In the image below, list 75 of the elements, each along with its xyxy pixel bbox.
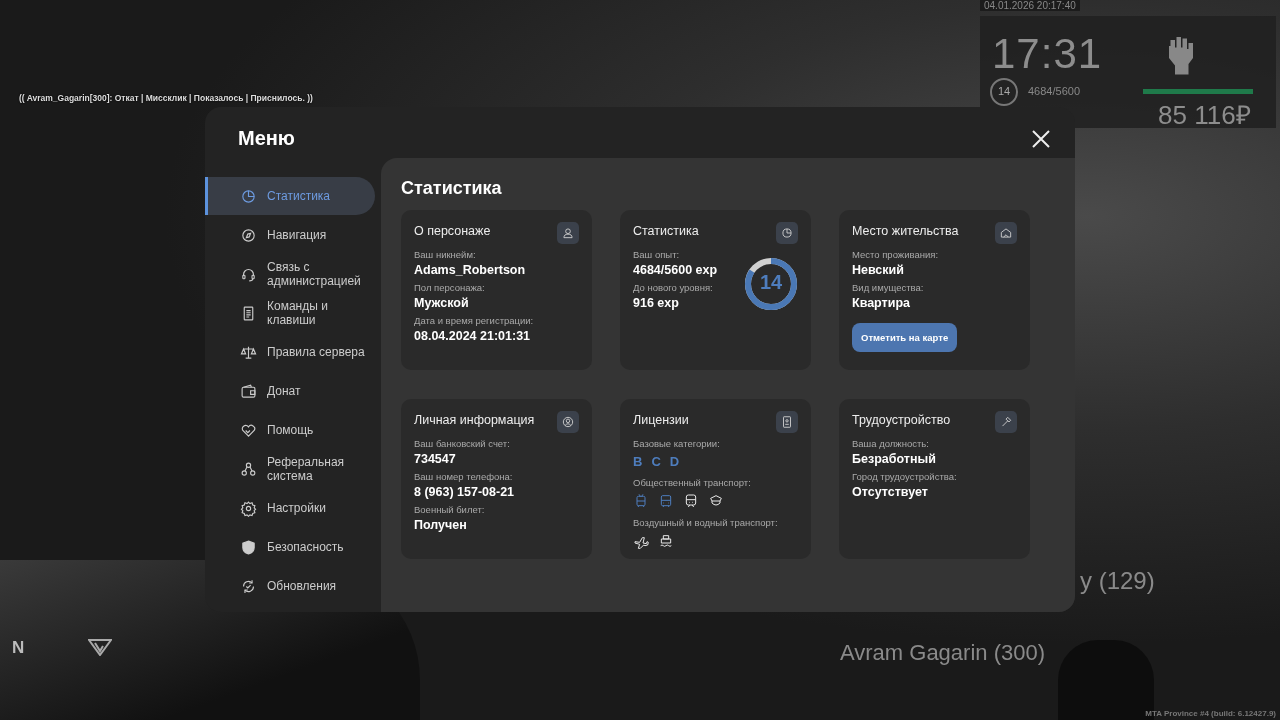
wallet-icon [240, 382, 257, 400]
section-title: Статистика [401, 178, 503, 199]
field-label: Базовые категории: [633, 438, 721, 449]
player-nametag: y (129) [1080, 567, 1155, 595]
sidebar-item[interactable]: Навигация [205, 216, 375, 254]
field-label: Общественный транспорт: [633, 477, 752, 488]
shield-icon [240, 538, 257, 556]
field-label: Ваш никнейм: [414, 249, 477, 260]
field-value: 916 exp [633, 296, 680, 310]
license-category: C [651, 454, 661, 469]
hud-level: 14 [996, 85, 1012, 97]
license-category: D [669, 454, 680, 469]
card-title: Личная информация [414, 413, 535, 427]
field-label: Вид имущества: [852, 282, 925, 293]
sidebar-item[interactable]: Помощь [205, 411, 375, 449]
card-title: Лицензии [633, 413, 689, 427]
hammer-icon [995, 411, 1017, 433]
card-title: Место жительства [852, 224, 959, 238]
compass-icon [240, 226, 257, 244]
hud-datetime: 04.01.2026 20:17:40 [980, 0, 1080, 11]
nodes-icon [240, 460, 257, 478]
logo-letter: N [12, 638, 25, 658]
field-label: Ваш номер телефона: [414, 471, 514, 482]
field-label: Ваша должность: [852, 438, 930, 449]
field-label: Ваш опыт: [633, 249, 681, 260]
license-category: B [633, 454, 643, 469]
field-value: 734547 [414, 452, 457, 466]
menu-title: Меню [238, 127, 295, 150]
build-info: MTA Province #4 (build: 6.12427.9) [1145, 709, 1276, 718]
id-card-icon [776, 411, 798, 433]
pie-chart-icon [776, 222, 798, 244]
hud-money: 85 116₽ [1158, 99, 1251, 132]
field-value: 4684/5600 exp [633, 263, 719, 277]
field-label: Военный билет: [414, 504, 486, 515]
triangle-logo-icon [88, 638, 112, 656]
sidebar-item[interactable]: Статистика [205, 177, 375, 215]
close-icon[interactable] [1031, 128, 1051, 149]
field-value: Adams_Robertson [414, 263, 527, 277]
card-title: О персонаже [414, 224, 491, 238]
field-value: Мужской [414, 296, 470, 310]
field-value: Невский [852, 263, 905, 277]
field-value: 8 (963) 157-08-21 [414, 485, 516, 499]
field-label: Город трудоустройства: [852, 471, 958, 482]
field-value: Безработный [852, 452, 937, 466]
field-value: Квартира [852, 296, 911, 310]
sidebar-item[interactable]: Обновления [205, 567, 375, 605]
field-label: Воздушный и водный транспорт: [633, 517, 779, 528]
hud-clock: 17:31 [992, 30, 1103, 78]
card-title: Трудоустройство [852, 413, 951, 427]
player-nametag: Avram Gagarin (300) [840, 640, 1045, 666]
field-value: Отсутствует [852, 485, 929, 499]
level-ring [990, 78, 1018, 106]
map-button[interactable]: Отметить на карте [852, 323, 958, 352]
chat-message: (( Avram_Gagarin[300]: Откат | Миссклик | Показалось | Приснилось. )) [19, 93, 313, 103]
sidebar-item[interactable]: Донат [205, 372, 375, 410]
sidebar-item[interactable]: Связь с администрацией [205, 255, 375, 293]
sidebar-item[interactable]: Безопасность [205, 528, 375, 566]
sidebar-item[interactable]: Команды и клавиши [205, 294, 375, 332]
house-icon [995, 222, 1017, 244]
level-number: 14 [758, 271, 784, 294]
refresh-icon [240, 577, 257, 595]
field-value: 08.04.2024 21:01:31 [414, 329, 532, 343]
sidebar-item[interactable]: Правила сервера [205, 333, 375, 371]
sidebar-item[interactable]: Настройки [205, 489, 375, 527]
field-label: Ваш банковский счет: [414, 438, 511, 449]
sidebar-item[interactable]: Реферальная система [205, 450, 375, 488]
card-title: Статистика [633, 224, 699, 238]
field-label: Дата и время регистрации: [414, 315, 535, 326]
settings-icon [240, 499, 257, 517]
pie-chart-icon [240, 187, 257, 205]
person-icon [557, 222, 579, 244]
field-value: Получен [414, 518, 468, 532]
hud-exp: 4684/5600 [1028, 85, 1080, 97]
field-label: Пол персонажа: [414, 282, 486, 293]
field-label: Место проживания: [852, 249, 940, 260]
